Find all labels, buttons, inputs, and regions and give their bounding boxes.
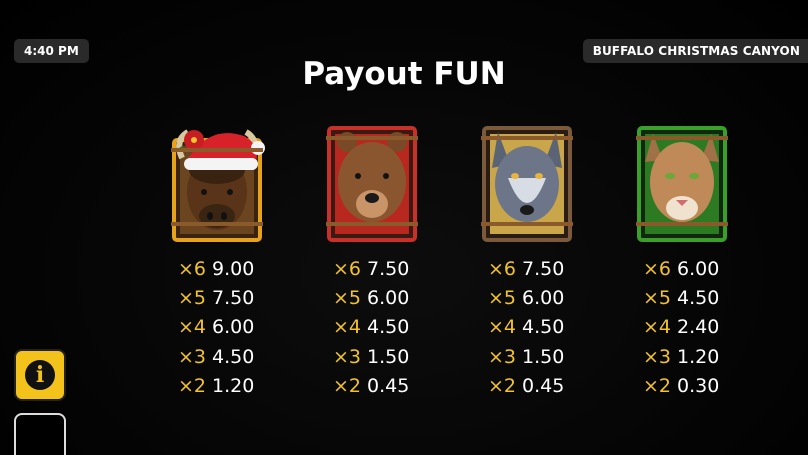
multiplier: ×2: [487, 375, 516, 398]
multiplier: ×2: [177, 375, 206, 398]
payout-list: ×6 7.50 ×5 6.00 ×4 4.50 ×3 1.50 ×2 0.45: [317, 254, 437, 401]
multiplier: ×5: [487, 287, 516, 310]
multiplier: ×2: [332, 375, 361, 398]
payout-value: 4.50: [522, 316, 565, 339]
payout-value: 6.00: [522, 287, 565, 310]
info-icon: i: [25, 360, 55, 390]
bear-tile: [323, 118, 421, 242]
wolf-icon: [481, 126, 573, 242]
multiplier: ×3: [177, 345, 206, 368]
info-button[interactable]: i: [14, 349, 66, 401]
payout-columns: ×6 9.00 ×5 7.50 ×4 6.00 ×3 4.50 ×2 1.20: [162, 118, 762, 408]
multiplier: ×5: [177, 287, 206, 310]
payout-row: ×6 7.50: [317, 254, 437, 283]
page-title: Payout FUN: [302, 56, 506, 92]
buffalo-tile: [168, 118, 266, 242]
payout-list: ×6 6.00 ×5 4.50 ×4 2.40 ×3 1.20 ×2 0.30: [627, 254, 747, 401]
cougar-icon: [636, 126, 728, 242]
payout-value: 4.50: [367, 316, 410, 339]
payout-row: ×2 0.30: [627, 372, 747, 401]
payout-value: 9.00: [212, 257, 255, 280]
multiplier: ×3: [332, 345, 361, 368]
payout-row: ×5 4.50: [627, 283, 747, 312]
payout-list: ×6 9.00 ×5 7.50 ×4 6.00 ×3 4.50 ×2 1.20: [162, 254, 282, 401]
payout-value: 4.50: [677, 287, 720, 310]
buffalo-santa-hat-icon: [171, 129, 265, 242]
multiplier: ×6: [487, 257, 516, 280]
payout-value: 6.00: [367, 287, 410, 310]
payout-row: ×3 1.50: [472, 342, 592, 371]
symbol-column-cougar: ×6 6.00 ×5 4.50 ×4 2.40 ×3 1.20 ×2 0.30: [627, 118, 747, 401]
bear-icon: [326, 126, 418, 242]
multiplier: ×5: [642, 287, 671, 310]
payout-value: 1.20: [677, 345, 720, 368]
payout-list: ×6 7.50 ×5 6.00 ×4 4.50 ×3 1.50 ×2 0.45: [472, 254, 592, 401]
symbol-column-bear: ×6 7.50 ×5 6.00 ×4 4.50 ×3 1.50 ×2 0.45: [317, 118, 437, 401]
multiplier: ×6: [332, 257, 361, 280]
payout-value: 4.50: [212, 345, 255, 368]
payout-value: 1.50: [367, 345, 410, 368]
multiplier: ×6: [177, 257, 206, 280]
multiplier: ×4: [332, 316, 361, 339]
multiplier: ×4: [642, 316, 671, 339]
wolf-tile: [478, 118, 576, 242]
multiplier: ×3: [642, 345, 671, 368]
symbol-column-buffalo: ×6 9.00 ×5 7.50 ×4 6.00 ×3 4.50 ×2 1.20: [162, 118, 282, 401]
multiplier: ×3: [487, 345, 516, 368]
menu-button[interactable]: [14, 413, 66, 455]
payout-row: ×4 2.40: [627, 313, 747, 342]
multiplier: ×4: [487, 316, 516, 339]
symbol-column-wolf: ×6 7.50 ×5 6.00 ×4 4.50 ×3 1.50 ×2 0.45: [472, 118, 592, 401]
payout-row: ×6 6.00: [627, 254, 747, 283]
payout-row: ×5 6.00: [472, 283, 592, 312]
payout-row: ×5 7.50: [162, 283, 282, 312]
payout-row: ×2 0.45: [472, 372, 592, 401]
payout-value: 7.50: [367, 257, 410, 280]
payout-row: ×6 9.00: [162, 254, 282, 283]
payout-row: ×3 4.50: [162, 342, 282, 371]
payout-value: 0.30: [677, 375, 720, 398]
paytable-screen: 4:40 PM BUFFALO CHRISTMAS CANYON Payout …: [0, 0, 808, 455]
payout-row: ×2 1.20: [162, 372, 282, 401]
multiplier: ×4: [177, 316, 206, 339]
payout-value: 6.00: [212, 316, 255, 339]
payout-row: ×6 7.50: [472, 254, 592, 283]
payout-value: 0.45: [367, 375, 410, 398]
multiplier: ×5: [332, 287, 361, 310]
payout-value: 0.45: [522, 375, 565, 398]
payout-row: ×4 6.00: [162, 313, 282, 342]
multiplier: ×2: [642, 375, 671, 398]
payout-value: 7.50: [522, 257, 565, 280]
payout-row: ×3 1.20: [627, 342, 747, 371]
payout-value: 1.50: [522, 345, 565, 368]
payout-row: ×5 6.00: [317, 283, 437, 312]
payout-row: ×3 1.50: [317, 342, 437, 371]
payout-row: ×4 4.50: [472, 313, 592, 342]
payout-value: 6.00: [677, 257, 720, 280]
multiplier: ×6: [642, 257, 671, 280]
payout-value: 1.20: [212, 375, 255, 398]
payout-value: 2.40: [677, 316, 720, 339]
payout-row: ×2 0.45: [317, 372, 437, 401]
cougar-tile: [633, 118, 731, 242]
payout-value: 7.50: [212, 287, 255, 310]
payout-row: ×4 4.50: [317, 313, 437, 342]
